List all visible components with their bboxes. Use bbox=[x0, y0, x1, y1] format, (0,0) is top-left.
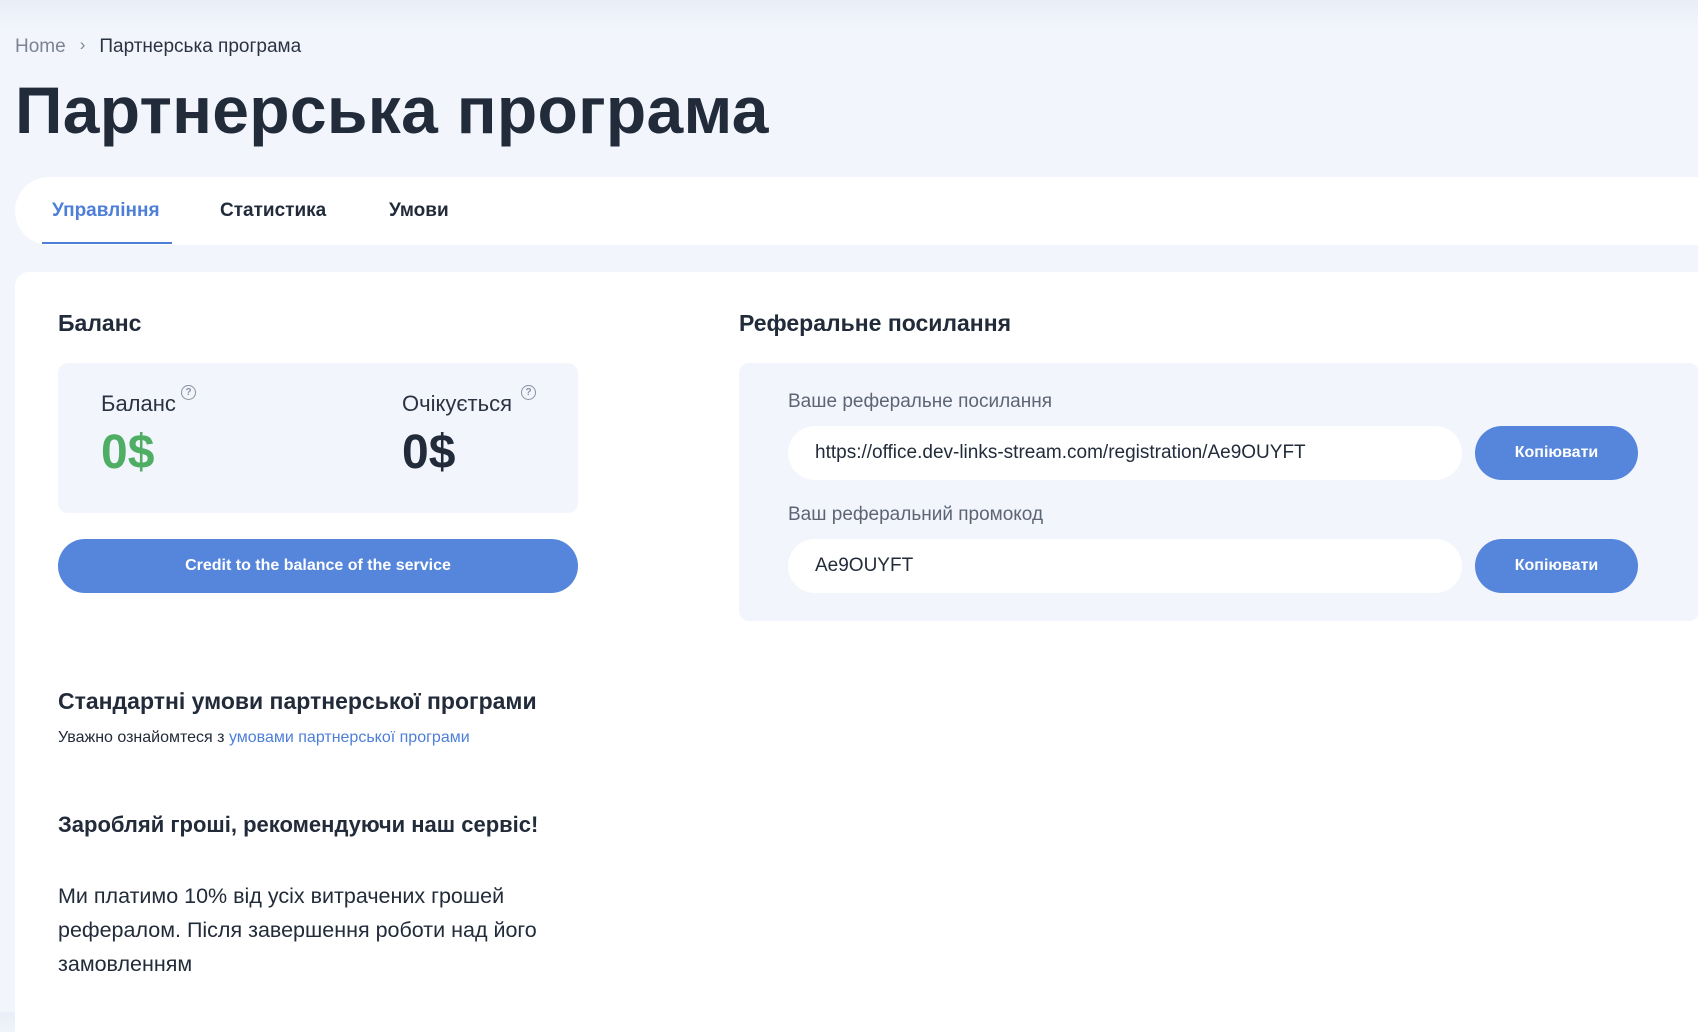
terms-intro: Уважно ознайомтеся з умовами партнерсько… bbox=[58, 729, 470, 747]
tab-terms[interactable]: Умови bbox=[389, 177, 449, 245]
pending-value: 0$ bbox=[402, 426, 456, 479]
balance-box: Баланс ? 0$ Очікується ? 0$ bbox=[58, 363, 578, 513]
terms-section-title: Стандартні умови партнерської програми bbox=[58, 688, 537, 714]
referral-link-label: Ваше реферальне посилання bbox=[788, 391, 1053, 412]
breadcrumb-home-link[interactable]: Home bbox=[15, 36, 66, 58]
tab-statistics[interactable]: Статистика bbox=[220, 177, 326, 245]
promo-code-label: Ваш реферальний промокод bbox=[788, 504, 1044, 525]
copy-promo-button[interactable]: Копіювати bbox=[1475, 539, 1638, 593]
referral-box: Ваше реферальне посилання Копіювати Ваш … bbox=[739, 363, 1698, 621]
question-circle-icon[interactable]: ? bbox=[181, 385, 196, 400]
terms-headline: Заробляй гроші, рекомендуючи наш сервіс! bbox=[58, 812, 539, 837]
breadcrumb: Home › Партнерська програма bbox=[15, 35, 302, 58]
referral-section-title: Реферальне посилання bbox=[739, 310, 1012, 336]
tab-bar: Управління Статистика Умови bbox=[15, 177, 1698, 245]
active-tab-indicator bbox=[42, 242, 172, 244]
referral-link-field[interactable] bbox=[788, 426, 1462, 480]
credit-balance-button[interactable]: Credit to the balance of the service bbox=[58, 539, 578, 593]
balance-label: Баланс bbox=[101, 391, 176, 416]
chevron-right-icon: › bbox=[79, 35, 86, 54]
terms-link[interactable]: умовами партнерської програми bbox=[229, 729, 470, 746]
terms-intro-text: Уважно ознайомтеся з bbox=[58, 729, 229, 746]
terms-paragraph: Ми платимо 10% від усіх витрачених гроше… bbox=[58, 884, 537, 976]
tab-management[interactable]: Управління bbox=[52, 177, 160, 245]
page-title: Партнерська програма bbox=[15, 73, 769, 147]
pending-label: Очікується bbox=[402, 391, 513, 416]
question-circle-icon[interactable]: ? bbox=[521, 385, 536, 400]
copy-link-button[interactable]: Копіювати bbox=[1475, 426, 1638, 480]
balance-section-title: Баланс bbox=[58, 310, 142, 336]
breadcrumb-current: Партнерська програма bbox=[99, 36, 302, 57]
balance-value: 0$ bbox=[101, 426, 155, 479]
partner-card: Баланс Баланс ? 0$ Очікується ? 0$ Credi… bbox=[15, 272, 1698, 1032]
promo-code-field[interactable] bbox=[788, 539, 1462, 593]
